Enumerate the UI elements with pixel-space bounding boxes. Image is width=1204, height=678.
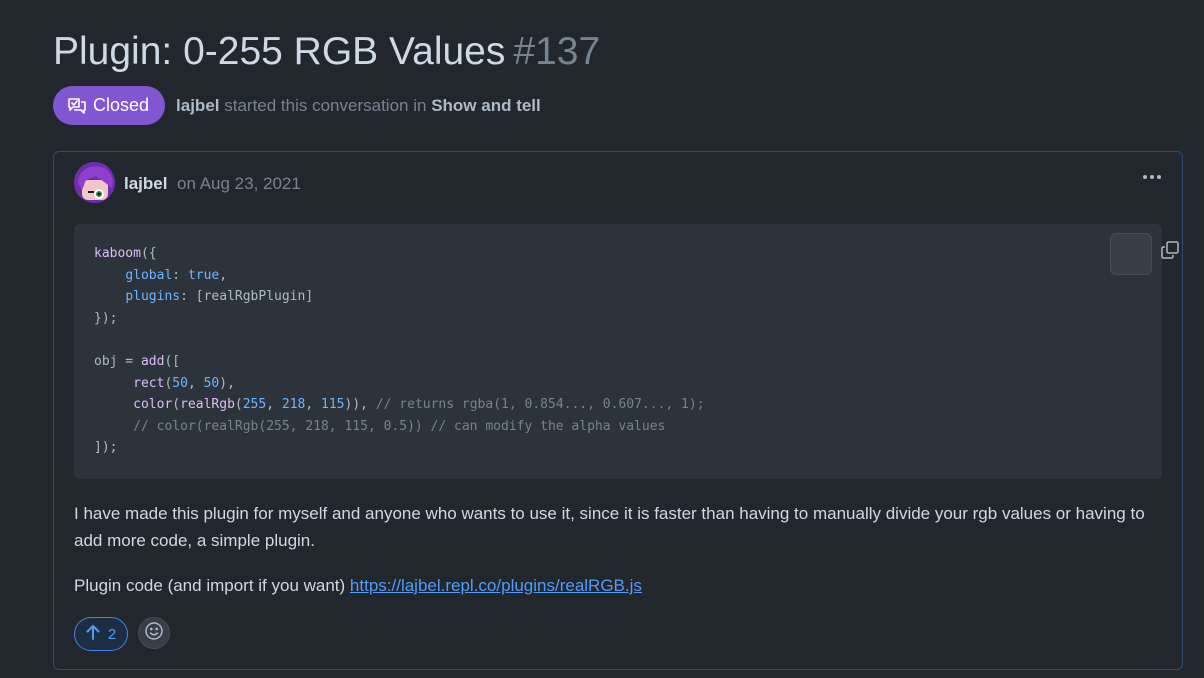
- discussion-title: Plugin: 0-255 RGB Values: [53, 30, 506, 73]
- code-line: ]);: [94, 440, 118, 456]
- code-line: global: true,: [125, 267, 228, 283]
- copy-button[interactable]: [1110, 233, 1179, 275]
- paragraph-prefix: Plugin code (and import if you want): [74, 576, 350, 595]
- discussion-subline: Closed lajbel started this conversation …: [53, 86, 541, 125]
- code-line: kaboom({: [94, 246, 157, 261]
- code-line: });: [94, 310, 118, 326]
- discussion-author-link[interactable]: lajbel: [176, 96, 219, 115]
- copy-icon: [1082, 219, 1180, 290]
- code-block: kaboom({ global: true, plugins: [realRgb…: [74, 224, 1179, 479]
- plugin-code-link[interactable]: https://lajbel.repl.co/plugins/realRGB.j…: [350, 576, 642, 595]
- status-badge-label: Closed: [93, 95, 150, 115]
- post-paragraph: I have made this plugin for myself and a…: [74, 504, 1145, 550]
- code-line: color(realRgb(255, 218, 115)), // return…: [133, 397, 705, 413]
- kebab-horizontal-icon[interactable]: [1140, 168, 1164, 186]
- discussion-post: lajbel on Aug 23, 2021 kaboom({ global: …: [53, 151, 1183, 670]
- discussion-meta: lajbel started this conversation in Show…: [176, 96, 541, 116]
- code-line: obj = add([: [94, 353, 181, 369]
- discussion-closed-icon: [67, 97, 87, 115]
- upvote-button[interactable]: 2: [74, 617, 128, 651]
- started-text: started this conversation in: [224, 95, 427, 115]
- code-line: plugins: [realRgbPlugin]: [125, 289, 314, 305]
- post-date[interactable]: on Aug 23, 2021: [177, 174, 301, 194]
- discussion-number: #137: [513, 30, 601, 73]
- status-badge: Closed: [53, 86, 166, 125]
- discussion-page: Plugin: 0-255 RGB Values #137 Closed lajb…: [0, 0, 1204, 678]
- post-paragraph-link-line: Plugin code (and import if you want) htt…: [74, 572, 642, 599]
- arrow-up-icon: [86, 624, 100, 644]
- upvote-count: 2: [107, 625, 117, 643]
- category-link[interactable]: Show and tell: [431, 96, 541, 115]
- add-reaction-button[interactable]: [138, 617, 170, 649]
- code-line: // color(realRgb(255, 218, 115, 0.5)) //…: [133, 418, 666, 434]
- page-title: Plugin: 0-255 RGB Values #137: [53, 30, 600, 74]
- post-author-link[interactable]: lajbel: [124, 174, 167, 194]
- smiley-icon: [144, 621, 164, 646]
- code-line: rect(50, 50),: [133, 375, 235, 391]
- avatar[interactable]: [74, 162, 115, 203]
